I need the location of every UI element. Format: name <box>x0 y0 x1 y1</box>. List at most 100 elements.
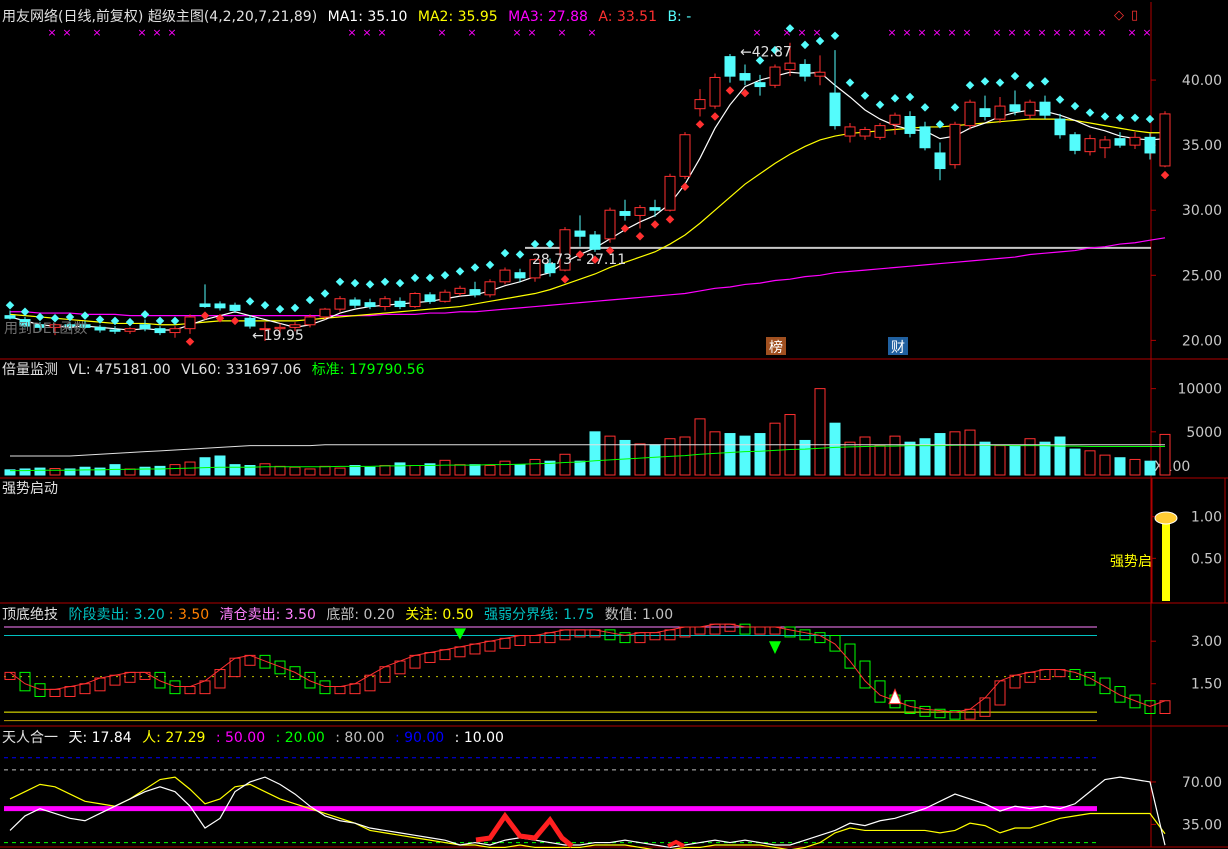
candle <box>739 64 751 86</box>
candle-body <box>874 125 886 138</box>
candle-body <box>289 324 301 328</box>
candle-body <box>634 207 646 216</box>
candle <box>979 95 991 121</box>
candle-body <box>709 76 721 107</box>
volume-bar <box>1129 458 1141 476</box>
bottom-signal-zigzag <box>667 839 685 848</box>
candle-body <box>319 308 331 318</box>
topbottom-box <box>184 686 196 695</box>
candle-body <box>214 303 226 309</box>
candle-body <box>229 304 241 311</box>
candle <box>349 297 361 308</box>
stop-marker <box>365 280 375 289</box>
candle <box>724 54 736 83</box>
stop-marker <box>950 103 960 112</box>
volume-bar <box>259 463 271 476</box>
stop-marker <box>125 317 135 327</box>
volume-bar <box>94 467 106 476</box>
candle-body <box>304 316 316 326</box>
candle-body <box>184 316 196 330</box>
topbottom-box <box>919 705 931 717</box>
topbottom-box <box>754 626 766 635</box>
candle-body <box>364 302 376 308</box>
watch-readout: 关注: 0.50 <box>405 607 474 623</box>
volume-bar <box>814 388 826 476</box>
candle <box>229 302 241 314</box>
stop-marker <box>230 316 240 326</box>
ma1-line <box>9 71 1166 331</box>
stop-marker <box>1070 101 1080 111</box>
stop-marker <box>980 77 990 86</box>
signal-cross-mark: × <box>1007 26 1016 39</box>
l10-readout: : 10.00 <box>454 730 504 746</box>
l50-readout: : 50.00 <box>215 730 266 746</box>
candle <box>844 123 856 143</box>
candle-body <box>934 152 946 170</box>
stage-sell-value: 阶段卖出: 3.20 <box>68 607 165 623</box>
candle-body <box>784 62 796 71</box>
topbottom-box <box>604 629 616 641</box>
stop-marker <box>995 78 1005 87</box>
topbottom-box <box>259 654 271 669</box>
bottom-signal-zigzag <box>475 811 574 848</box>
strength-header: 强势启动 <box>2 480 64 498</box>
volume-bar <box>1099 454 1111 476</box>
candle <box>619 199 631 221</box>
ren-readout: 人: 27.29 <box>142 730 206 746</box>
topbottom-box <box>634 632 646 644</box>
candle <box>1129 132 1141 150</box>
volume-bar <box>874 445 886 476</box>
vl60-readout: VL60: 331697.06 <box>181 362 302 378</box>
signal-cross-mark: × <box>752 26 761 39</box>
stop-marker <box>890 94 900 103</box>
topbottom-box <box>1024 671 1036 683</box>
candle <box>919 121 931 151</box>
price-tick-label: 25.00 <box>1182 268 1222 284</box>
signal-cross-mark: × <box>1022 26 1031 39</box>
candle-body <box>514 272 526 279</box>
candle-body <box>964 101 976 127</box>
b-readout: B: - <box>667 9 692 25</box>
stop-marker <box>80 311 90 320</box>
topbottom-box <box>394 660 406 675</box>
stock-chart[interactable]: 20.00 25.00 30.00 35.00 40.00 × × × × × × × × × × × × × × ×… <box>0 0 1228 849</box>
candle <box>934 142 946 181</box>
signal-cross-mark: × <box>1037 26 1046 39</box>
topbottom-box <box>649 632 661 641</box>
signal-cross-mark: × <box>137 26 146 39</box>
stop-marker <box>905 92 915 102</box>
volume-bar <box>289 466 301 476</box>
stop-marker <box>1040 77 1050 86</box>
stop-marker <box>440 271 450 280</box>
candle-body <box>1009 104 1021 112</box>
l90-readout: : 90.00 <box>394 730 445 746</box>
topbottom-box <box>49 688 61 697</box>
topbottom-box <box>1129 694 1141 709</box>
signal-cross-mark: × <box>932 26 941 39</box>
vl-readout: VL: 475181.00 <box>68 362 171 378</box>
stop-marker <box>425 273 435 283</box>
volume-bar <box>169 464 181 476</box>
candle <box>814 55 826 86</box>
volume-bar <box>274 465 286 476</box>
signal-cross-mark: × <box>467 26 476 39</box>
window-icon[interactable]: ▯ <box>1131 8 1138 23</box>
topbottom-box <box>199 680 211 695</box>
volume-bar <box>304 468 316 476</box>
topbottom-tick-label: 3.00 <box>1191 634 1222 650</box>
signal-cross-mark: × <box>92 26 101 39</box>
candle-body <box>439 291 451 302</box>
ren-line <box>9 776 1166 849</box>
topbottom-box <box>1069 669 1081 680</box>
volume-bar <box>79 466 91 476</box>
stop-marker <box>800 40 810 50</box>
volume-bar <box>829 422 841 476</box>
stop-marker <box>1115 113 1125 123</box>
signal-cross-mark: × <box>47 26 56 39</box>
diamond-icon[interactable]: ◇ <box>1114 8 1124 23</box>
candle <box>829 50 841 130</box>
candle <box>799 59 811 82</box>
candle-body <box>109 329 121 332</box>
main-chart-header: 用友网络(日线,前复权) 超级主图(4,2,20,7,21,89) MA1: 3… <box>2 8 697 26</box>
volume-title: 倍量监测 <box>2 362 58 378</box>
